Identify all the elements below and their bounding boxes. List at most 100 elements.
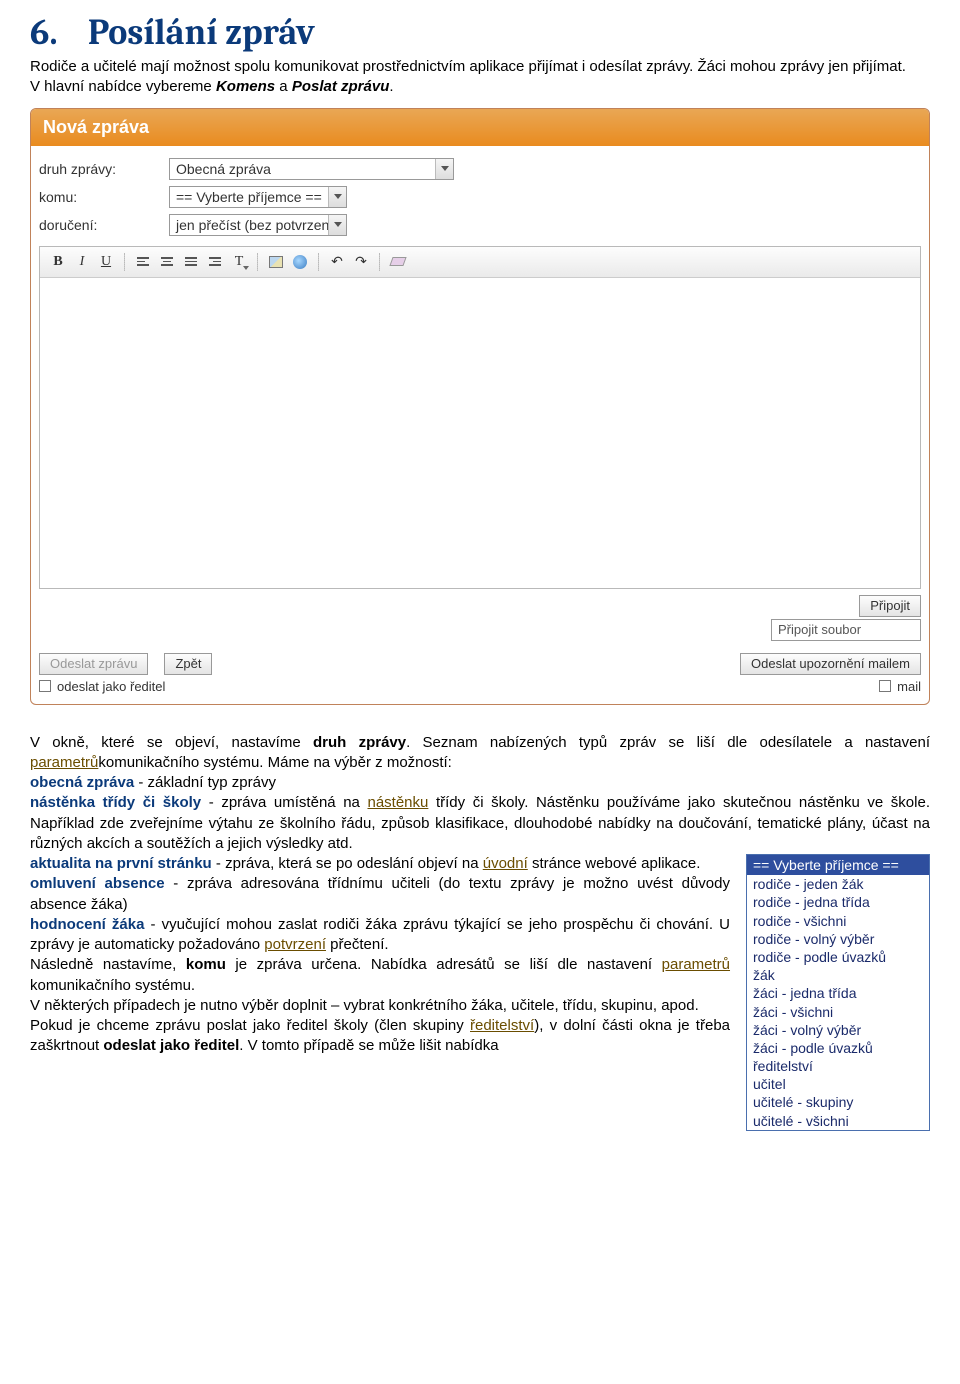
align-center-icon[interactable]	[155, 251, 179, 273]
recipient-option[interactable]: učitelé - skupiny	[747, 1093, 929, 1111]
send-button[interactable]: Odeslat zprávu	[39, 653, 148, 675]
recipient-option[interactable]: žáci - podle úvazků	[747, 1039, 929, 1057]
text: . Seznam nabízených typů zpráv se liší d…	[406, 734, 930, 751]
text: . V tomto případě se může lišit nabídka	[239, 1037, 498, 1054]
back-button[interactable]: Zpět	[164, 653, 212, 675]
row-druh: druh zprávy: Obecná zpráva	[39, 158, 921, 180]
recipient-option[interactable]: učitel	[747, 1075, 929, 1093]
attach-button[interactable]: Připojit	[859, 595, 921, 617]
app-window: Nová zpráva druh zprávy: Obecná zpráva k…	[30, 108, 930, 705]
chevron-down-icon	[435, 159, 453, 179]
recipient-option[interactable]: rodiče - jedna třída	[747, 893, 929, 911]
align-right-icon[interactable]	[203, 251, 227, 273]
align-justify-icon[interactable]	[179, 251, 203, 273]
recipient-option[interactable]: učitelé - všichni	[747, 1112, 929, 1130]
combo-komu-value: == Vyberte příjemce ==	[170, 189, 328, 205]
text: V okně, které se objeví, nastavíme	[30, 734, 313, 751]
recipient-option[interactable]: rodiče - jeden žák	[747, 875, 929, 893]
editor-toolbar: B I U T ↶ ↷	[40, 247, 920, 278]
link-parametru[interactable]: parametrů	[30, 754, 98, 771]
mail-checkbox[interactable]: mail	[879, 679, 921, 694]
recipient-option[interactable]: ředitelství	[747, 1057, 929, 1075]
row-komu: komu: == Vyberte příjemce ==	[39, 186, 921, 208]
mail-label: mail	[897, 679, 921, 694]
align-left-icon[interactable]	[131, 251, 155, 273]
send-as-director-label: odeslat jako ředitel	[57, 679, 165, 694]
recipient-option-selected[interactable]: == Vyberte příjemce ==	[747, 855, 929, 875]
italic-icon[interactable]: I	[70, 251, 94, 273]
term-hodnoceni: hodnocení žáka	[30, 916, 144, 933]
send-mail-button[interactable]: Odeslat upozornění mailem	[740, 653, 921, 675]
attach-file-field[interactable]: Připojit soubor	[771, 619, 921, 641]
eraser-icon[interactable]	[386, 251, 410, 273]
link-nastenku[interactable]: nástěnku	[367, 794, 428, 811]
term-omluveni: omluvení absence	[30, 875, 165, 892]
toolbar-separator	[379, 253, 380, 271]
checkbox-icon	[39, 680, 51, 692]
text: - zpráva umístěná na	[201, 794, 367, 811]
insert-image-icon[interactable]	[264, 251, 288, 273]
chevron-down-icon	[328, 215, 346, 235]
text: je zpráva určena. Nabídka adresátů se li…	[226, 956, 662, 973]
bottom-bar: Odeslat zprávu Zpět odeslat jako ředitel…	[31, 645, 929, 704]
link-parametru2[interactable]: parametrů	[662, 956, 730, 973]
text: V některých případech je nutno výběr dop…	[30, 996, 730, 1016]
checkbox-icon	[879, 680, 891, 692]
recipient-option[interactable]: žáci - všichni	[747, 1003, 929, 1021]
row-doruceni: doručení: jen přečíst (bez potvrzení	[39, 214, 921, 236]
combo-doruceni[interactable]: jen přečíst (bez potvrzení	[169, 214, 347, 236]
send-as-director-checkbox[interactable]: odeslat jako ředitel	[39, 679, 212, 694]
redo-icon[interactable]: ↷	[349, 251, 373, 273]
heading-number: 6.	[30, 12, 58, 53]
chevron-down-icon	[328, 187, 346, 207]
heading-title: Posílání zpráv	[88, 12, 315, 53]
recipient-option[interactable]: rodiče - podle úvazků	[747, 948, 929, 966]
intro-mid: a	[275, 78, 292, 95]
label-doruceni: doručení:	[39, 217, 169, 233]
label-druh: druh zprávy:	[39, 161, 169, 177]
text: komunikačního systému. Máme na výběr z m…	[98, 754, 451, 771]
recipient-option[interactable]: rodiče - volný výběr	[747, 930, 929, 948]
intro-line2-prefix: V hlavní nabídce vybereme	[30, 78, 216, 95]
text-bold: druh zprávy	[313, 734, 406, 751]
text: komunikačního systému.	[30, 977, 195, 994]
recipient-option[interactable]: žáci - volný výběr	[747, 1021, 929, 1039]
combo-druh-value: Obecná zpráva	[170, 161, 435, 177]
intro-paragraph: Rodiče a učitelé mají možnost spolu komu…	[30, 57, 930, 98]
combo-druh-zpravy[interactable]: Obecná zpráva	[169, 158, 454, 180]
text: - zpráva, která se po odeslání objeví na	[212, 855, 483, 872]
label-komu: komu:	[39, 189, 169, 205]
editor-body[interactable]	[40, 278, 920, 588]
term-aktualita: aktualita na první stránku	[30, 855, 212, 872]
intro-line1: Rodiče a učitelé mají možnost spolu komu…	[30, 58, 906, 75]
toolbar-separator	[318, 253, 319, 271]
text-style-icon[interactable]: T	[227, 251, 251, 273]
attach-area: Připojit Připojit soubor	[31, 595, 929, 645]
toolbar-separator	[124, 253, 125, 271]
text: stránce webové aplikace.	[528, 855, 701, 872]
undo-icon[interactable]: ↶	[325, 251, 349, 273]
link-potvrzeni[interactable]: potvrzení	[264, 936, 326, 953]
insert-link-icon[interactable]	[288, 251, 312, 273]
recipient-dropdown-list[interactable]: == Vyberte příjemce == rodiče - jeden žá…	[746, 854, 930, 1131]
link-reditelstvi[interactable]: ředitelství	[470, 1017, 534, 1034]
text: Pokud je chceme zprávu poslat jako ředit…	[30, 1017, 470, 1034]
form-area: druh zprávy: Obecná zpráva komu: == Vybe…	[31, 146, 929, 244]
intro-suffix: .	[389, 78, 393, 95]
recipient-option[interactable]: žák	[747, 966, 929, 984]
text-bold: odeslat jako ředitel	[103, 1037, 239, 1054]
text-with-dropdown: aktualita na první stránku - zpráva, kte…	[30, 854, 930, 1131]
rich-text-editor: B I U T ↶ ↷	[39, 246, 921, 589]
bold-icon[interactable]: B	[46, 251, 70, 273]
term-nastenka: nástěnka třídy či školy	[30, 794, 201, 811]
recipient-option[interactable]: žáci - jedna třída	[747, 984, 929, 1002]
intro-komens: Komens	[216, 78, 275, 95]
text: Následně nastavíme,	[30, 956, 186, 973]
section-heading: 6. Posílání zpráv	[30, 12, 930, 53]
intro-poslat: Poslat zprávu	[292, 78, 390, 95]
underline-icon[interactable]: U	[94, 251, 118, 273]
recipient-option[interactable]: rodiče - všichni	[747, 912, 929, 930]
combo-komu[interactable]: == Vyberte příjemce ==	[169, 186, 347, 208]
text-bold: komu	[186, 956, 226, 973]
link-uvodni[interactable]: úvodní	[483, 855, 528, 872]
